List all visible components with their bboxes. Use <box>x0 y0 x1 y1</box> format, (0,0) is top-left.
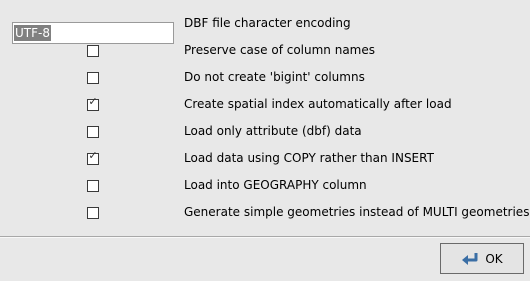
geography-check-mark <box>88 177 98 189</box>
use-copy-label: Load data using COPY rather than INSERT <box>184 151 434 165</box>
no-bigint-checkbox[interactable] <box>87 69 99 84</box>
simple-geometries-label: Generate simple geometries instead of MU… <box>184 205 530 219</box>
ok-button[interactable]: OK <box>440 243 524 274</box>
option-row-no-bigint: Do not create 'bigint' columns <box>0 64 530 91</box>
option-row-dbf-only: Load only attribute (dbf) data <box>0 118 530 145</box>
spatial-index-label: Create spatial index automatically after… <box>184 97 452 111</box>
geography-checkbox[interactable] <box>87 177 99 192</box>
simple-geometries-checkbox[interactable] <box>87 204 99 219</box>
spatial-index-check-mark: ✓ <box>88 94 98 108</box>
use-copy-check-mark: ✓ <box>88 148 98 162</box>
geography-label: Load into GEOGRAPHY column <box>184 178 367 192</box>
option-row-preserve-case: Preserve case of column names <box>0 37 530 64</box>
preserve-case-checkbox[interactable] <box>87 42 99 57</box>
simple-geometries-check-mark <box>88 204 98 216</box>
dbf-only-check-mark <box>88 123 98 135</box>
footer-separator <box>0 236 530 238</box>
dbf-only-checkbox[interactable] <box>87 123 99 138</box>
import-options-panel: UTF-8 DBF file character encoding Preser… <box>0 0 530 232</box>
preserve-case-check-mark <box>88 42 98 54</box>
no-bigint-label: Do not create 'bigint' columns <box>184 70 365 84</box>
dbf-only-label: Load only attribute (dbf) data <box>184 124 362 138</box>
encoding-label: DBF file character encoding <box>184 16 351 30</box>
option-row-simple-geometries: Generate simple geometries instead of MU… <box>0 199 530 226</box>
encoding-row: UTF-8 DBF file character encoding <box>0 10 530 44</box>
spatial-index-checkbox[interactable]: ✓ <box>87 94 99 111</box>
no-bigint-check-mark <box>88 69 98 81</box>
option-row-spatial-index: ✓ Create spatial index automatically aft… <box>0 91 530 118</box>
option-row-use-copy: ✓ Load data using COPY rather than INSER… <box>0 145 530 172</box>
ok-button-label: OK <box>485 251 503 266</box>
preserve-case-label: Preserve case of column names <box>184 43 375 57</box>
option-row-geography: Load into GEOGRAPHY column <box>0 172 530 199</box>
use-copy-checkbox[interactable]: ✓ <box>87 148 99 165</box>
enter-arrow-icon <box>462 252 478 265</box>
